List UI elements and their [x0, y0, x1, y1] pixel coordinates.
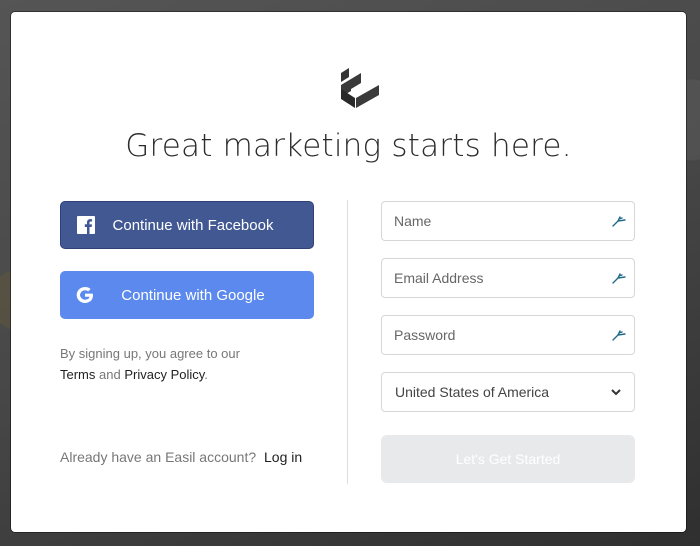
google-button-label: Continue with Google	[121, 286, 265, 304]
privacy-policy-link[interactable]: Privacy Policy	[124, 367, 204, 382]
legal-suffix: .	[204, 367, 208, 382]
facebook-icon	[77, 216, 95, 234]
continue-with-google-button[interactable]: Continue with Google	[60, 271, 314, 319]
legal-and: and	[99, 367, 121, 382]
signup-modal: Great marketing starts here. Continue wi…	[11, 12, 686, 532]
terms-link[interactable]: Terms	[60, 367, 95, 382]
continue-with-facebook-button[interactable]: Continue with Facebook	[60, 201, 314, 249]
email-field[interactable]	[381, 258, 635, 298]
email-input[interactable]	[382, 259, 604, 297]
name-field[interactable]	[381, 201, 635, 241]
name-input[interactable]	[382, 202, 604, 240]
facebook-button-label: Continue with Facebook	[112, 216, 274, 234]
login-link[interactable]: Log in	[264, 449, 302, 465]
page-title: Great marketing starts here.	[125, 128, 572, 164]
login-prompt-text: Already have an Easil account?	[60, 449, 257, 465]
google-icon	[76, 287, 93, 303]
password-input[interactable]	[382, 316, 604, 354]
country-selected-value: United States of America	[395, 384, 550, 400]
password-field[interactable]	[381, 315, 635, 355]
easil-logo-icon	[341, 68, 379, 108]
get-started-button[interactable]: Let's Get Started	[381, 435, 635, 483]
legal-prefix: By signing up, you agree to our	[60, 346, 240, 361]
password-manager-icon[interactable]	[610, 271, 628, 285]
password-manager-icon[interactable]	[610, 214, 628, 228]
chevron-down-icon	[611, 389, 621, 396]
country-select[interactable]: United States of America	[381, 372, 635, 412]
legal-notice: By signing up, you agree to our Terms an…	[60, 343, 240, 385]
login-prompt: Already have an Easil account? Log in	[60, 449, 302, 465]
password-manager-icon[interactable]	[610, 328, 628, 342]
column-divider	[347, 200, 348, 484]
